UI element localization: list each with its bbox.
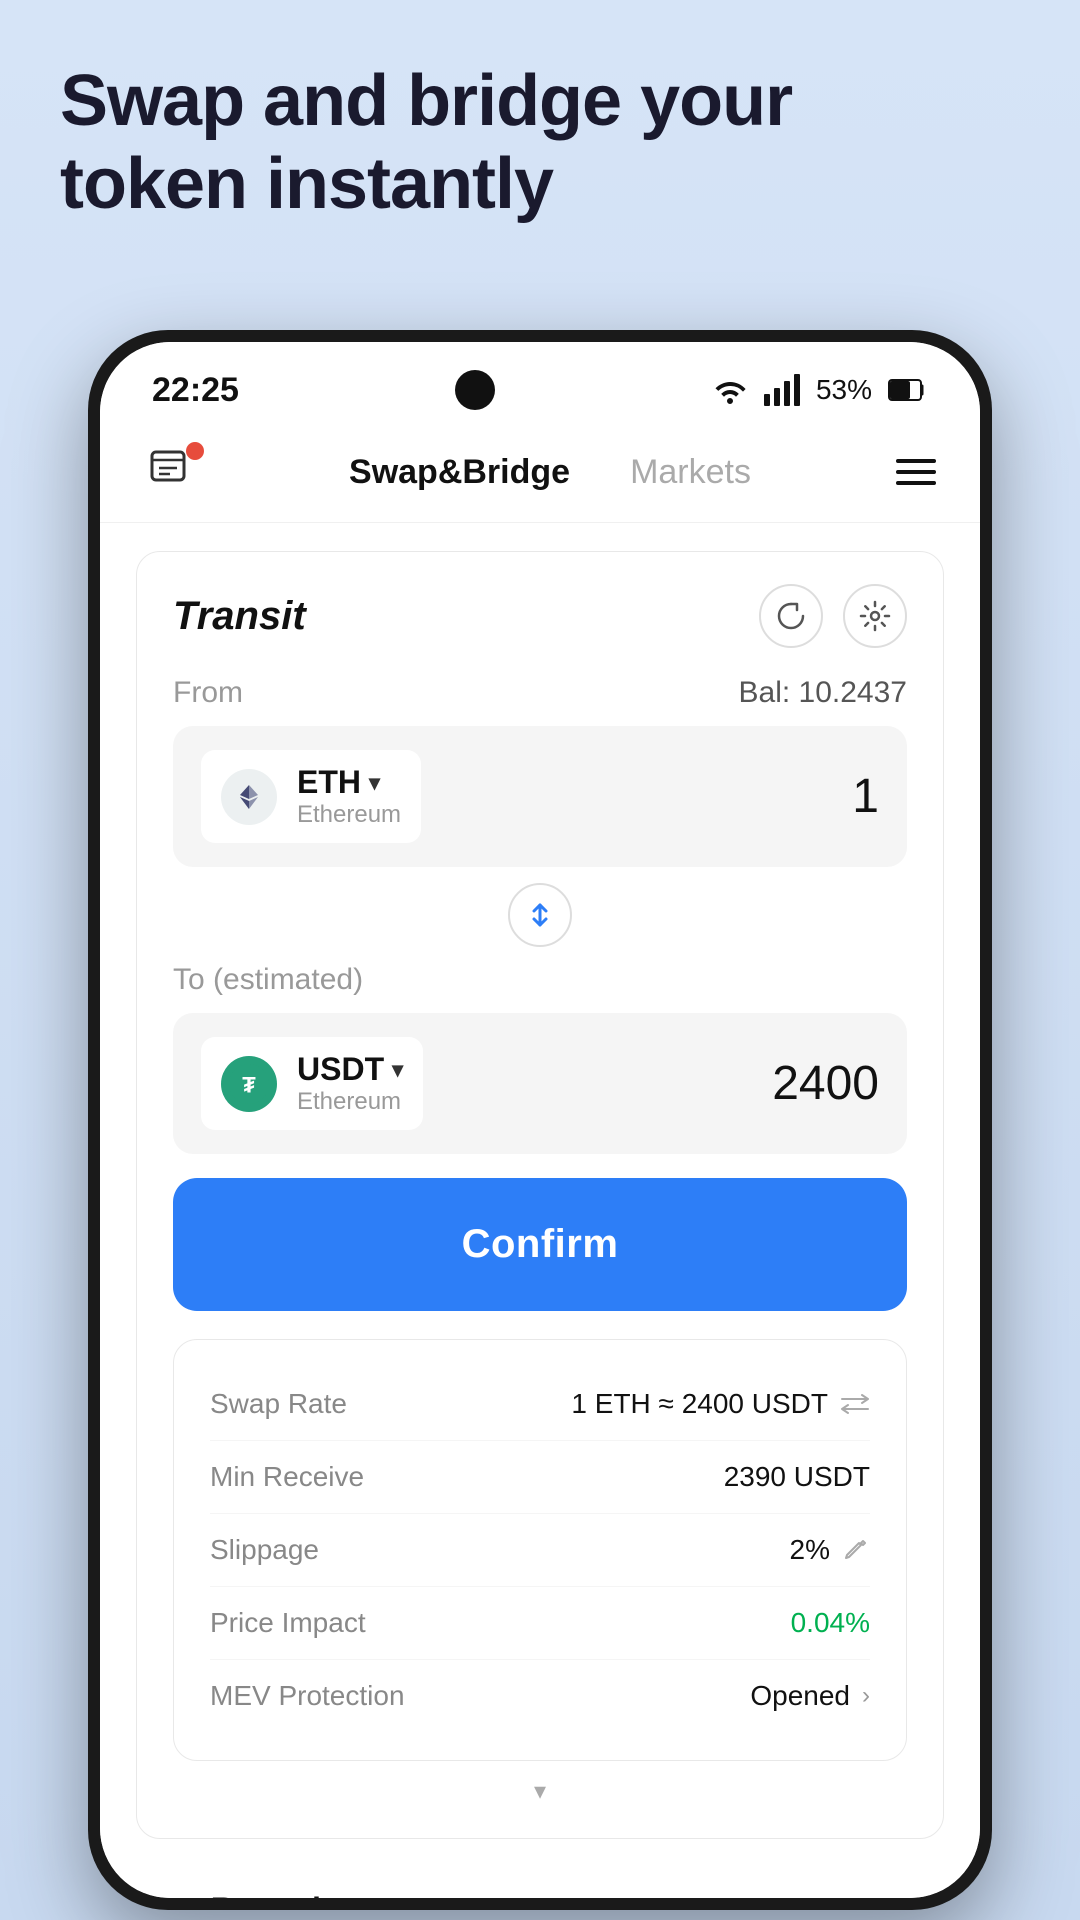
collapse-arrow[interactable]: ▾: [173, 1777, 907, 1806]
min-receive-value: 2390 USDT: [724, 1461, 870, 1493]
slippage-label: Slippage: [210, 1534, 319, 1566]
swap-rate-label: Swap Rate: [210, 1388, 347, 1420]
from-section-label: From Bal: 10.2437: [173, 676, 907, 710]
tab-swap-bridge[interactable]: Swap&Bridge: [349, 453, 570, 492]
from-token-row[interactable]: ETH ▾ Ethereum 1: [173, 726, 907, 867]
price-impact-value: 0.04%: [791, 1607, 870, 1639]
swap-direction-button[interactable]: [508, 883, 572, 947]
status-time: 22:25: [152, 371, 239, 410]
to-token-name: USDT ▾: [297, 1051, 403, 1088]
usdt-logo: ₮: [221, 1056, 277, 1112]
phone-frame: 22:25 53%: [88, 330, 992, 1910]
menu-line-3: [896, 481, 936, 485]
to-label: To (estimated): [173, 963, 363, 997]
status-icons: 53%: [712, 374, 928, 406]
price-impact-label: Price Impact: [210, 1607, 366, 1639]
mev-protection-row[interactable]: MEV Protection Opened ›: [210, 1660, 870, 1732]
signal-icon: [764, 374, 800, 406]
eth-logo: [221, 769, 277, 825]
slippage-value: 2%: [790, 1534, 870, 1566]
chevron-right-icon: ›: [862, 1682, 870, 1710]
last-record-header: Last Record More: [136, 1863, 944, 1898]
to-token-name-wrap: USDT ▾ Ethereum: [297, 1051, 403, 1116]
slippage-row: Slippage 2%: [210, 1514, 870, 1587]
to-token-info[interactable]: ₮ USDT ▾ Ethereum: [201, 1037, 423, 1130]
to-token-amount: 2400: [772, 1056, 879, 1111]
headline: Swap and bridge your token instantly: [60, 60, 1020, 226]
last-record-label: Last Record: [136, 1891, 321, 1898]
menu-line-2: [896, 470, 936, 474]
from-token-chevron: ▾: [369, 770, 380, 796]
nav-bar: Swap&Bridge Markets: [100, 422, 980, 523]
headline-text: Swap and bridge your token instantly: [60, 60, 1020, 226]
to-token-chain: Ethereum: [297, 1088, 403, 1116]
price-impact-row: Price Impact 0.04%: [210, 1587, 870, 1660]
from-token-chain: Ethereum: [297, 801, 401, 829]
mev-protection-value: Opened ›: [750, 1680, 870, 1712]
status-bar: 22:25 53%: [100, 342, 980, 422]
from-token-amount: 1: [852, 769, 879, 824]
swap-rate-row: Swap Rate 1 ETH ≈ 2400 USDT: [210, 1368, 870, 1441]
swap-direction: [173, 883, 907, 947]
transit-header: Transit: [173, 584, 907, 648]
phone-screen: 22:25 53%: [100, 342, 980, 1898]
settings-icon: [859, 600, 891, 632]
from-token-name: ETH ▾: [297, 764, 401, 801]
min-receive-label: Min Receive: [210, 1461, 364, 1493]
wifi-icon: [712, 376, 748, 404]
svg-text:₮: ₮: [242, 1072, 256, 1097]
battery-percent: 53%: [816, 374, 872, 406]
transit-actions: [759, 584, 907, 648]
edit-icon[interactable]: [842, 1536, 870, 1564]
front-camera: [455, 370, 495, 410]
to-token-chevron: ▾: [392, 1057, 403, 1083]
notification-button[interactable]: [144, 442, 204, 502]
to-section-label: To (estimated): [173, 963, 907, 997]
confirm-button[interactable]: Confirm: [173, 1178, 907, 1311]
min-receive-row: Min Receive 2390 USDT: [210, 1441, 870, 1514]
menu-button[interactable]: [896, 459, 936, 485]
transit-card: Transit: [136, 551, 944, 1839]
last-record-more[interactable]: More: [880, 1894, 944, 1899]
swap-info-card: Swap Rate 1 ETH ≈ 2400 USDT Min Receive …: [173, 1339, 907, 1761]
swap-arrows-icon: [522, 897, 558, 933]
menu-line-1: [896, 459, 936, 463]
refresh-button[interactable]: [759, 584, 823, 648]
collapse-chevron: ▾: [534, 1777, 546, 1806]
to-token-row[interactable]: ₮ USDT ▾ Ethereum 2400: [173, 1013, 907, 1154]
swap-rate-value: 1 ETH ≈ 2400 USDT: [571, 1388, 870, 1420]
battery-icon: [888, 376, 928, 404]
settings-button[interactable]: [843, 584, 907, 648]
swap-icon: [840, 1392, 870, 1416]
balance-display: Bal: 10.2437: [739, 676, 908, 710]
refresh-icon: [775, 600, 807, 632]
transit-logo: Transit: [173, 594, 306, 639]
page-background: Swap and bridge your token instantly 22:…: [0, 0, 1080, 1920]
from-label: From: [173, 676, 243, 710]
from-token-name-wrap: ETH ▾ Ethereum: [297, 764, 401, 829]
from-token-info[interactable]: ETH ▾ Ethereum: [201, 750, 421, 843]
notification-badge: [186, 442, 204, 460]
nav-tabs: Swap&Bridge Markets: [204, 453, 896, 492]
mev-protection-label: MEV Protection: [210, 1680, 405, 1712]
main-content: Transit: [100, 523, 980, 1898]
tab-markets[interactable]: Markets: [630, 453, 751, 492]
